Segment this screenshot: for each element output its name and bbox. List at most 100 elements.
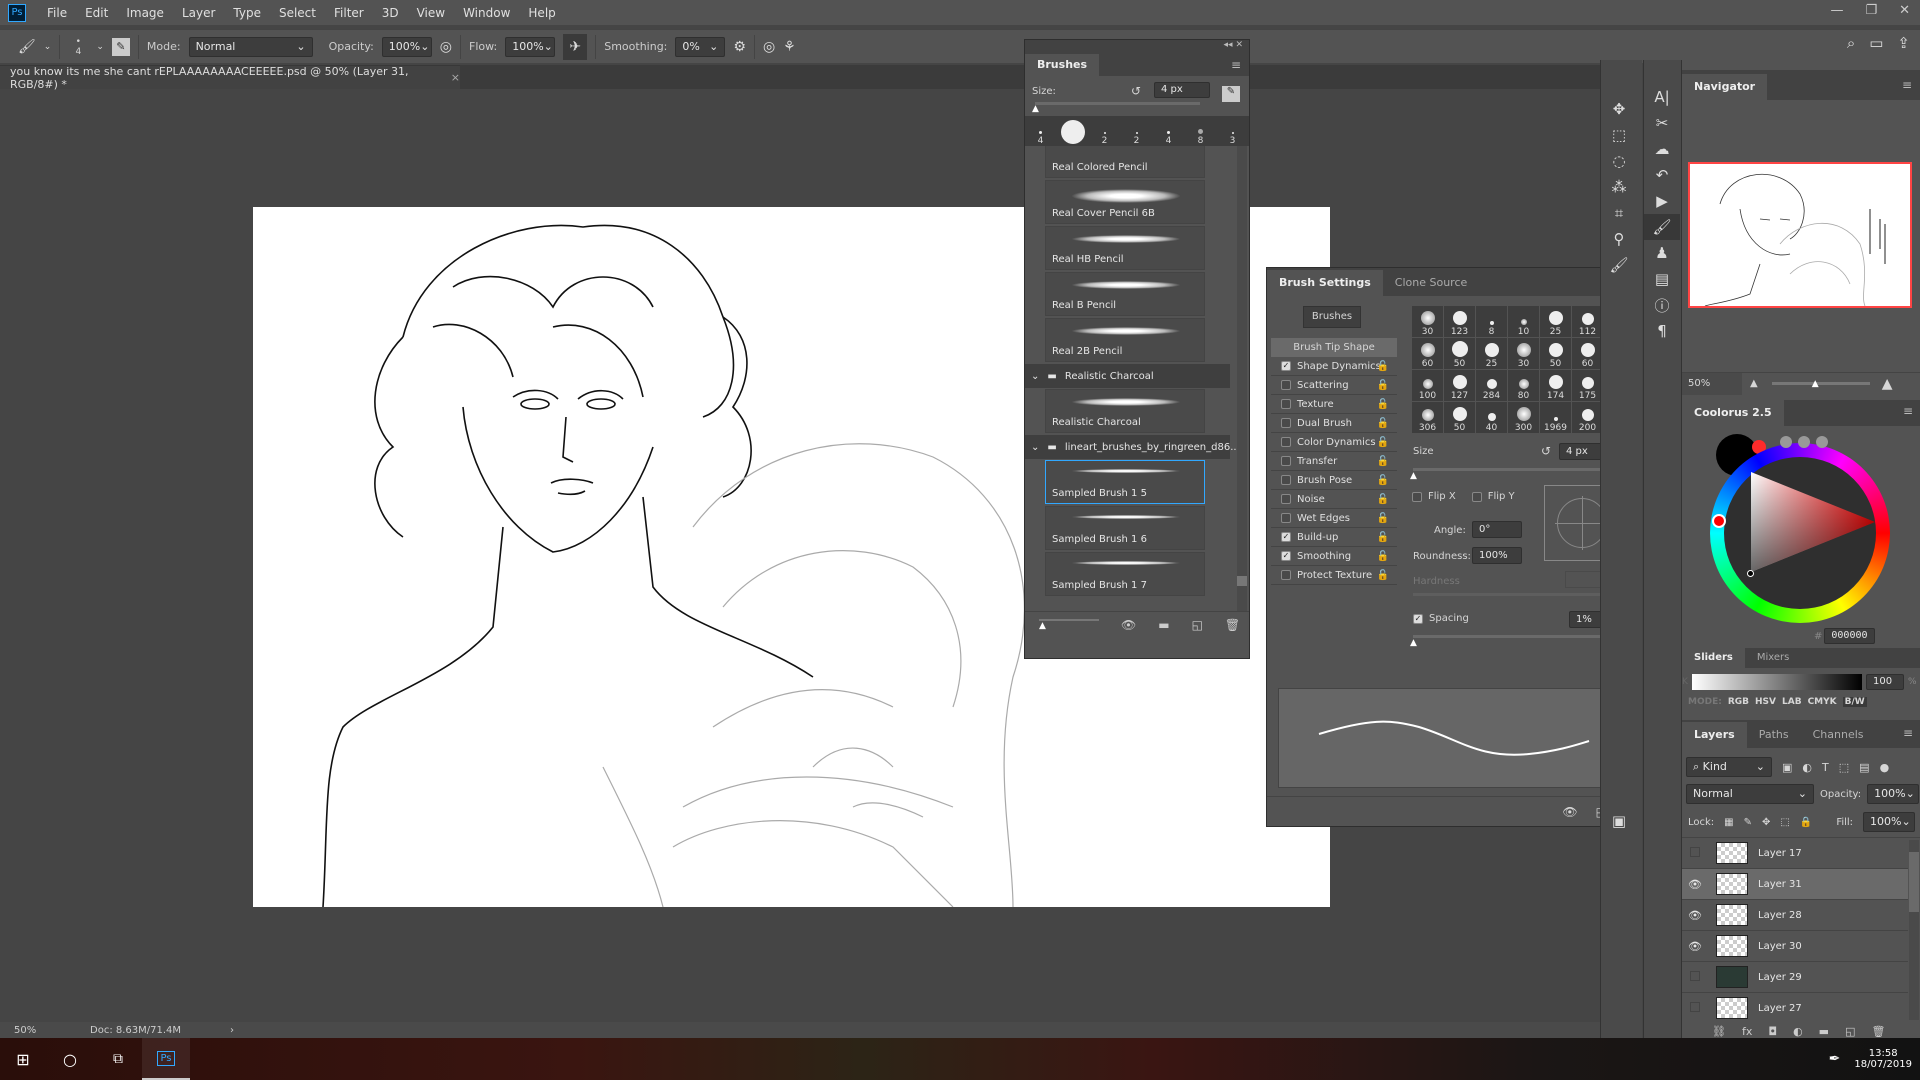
trash-icon[interactable]: 🗑 xyxy=(1225,618,1240,632)
checkbox[interactable] xyxy=(1281,418,1291,428)
recent-brush[interactable] xyxy=(1057,116,1088,146)
brush-tip[interactable]: 112 xyxy=(1572,306,1603,337)
tab-brush-settings[interactable]: Brush Settings xyxy=(1267,270,1383,296)
brush-tip[interactable]: 127 xyxy=(1444,370,1475,401)
navigator-preview[interactable] xyxy=(1688,162,1912,308)
pressure-opacity-icon[interactable]: ◎ xyxy=(440,39,452,55)
document-tab[interactable]: you know its me she cant rEPLAAAAAAAACEE… xyxy=(0,65,460,91)
visibility-toggle[interactable] xyxy=(1682,970,1708,984)
tab-sliders[interactable]: Sliders xyxy=(1682,648,1745,668)
brush-tool-icon[interactable]: 🖌 xyxy=(18,39,36,55)
chevron-down-icon[interactable]: ⌄ xyxy=(44,42,52,52)
reset-icon[interactable]: ↺ xyxy=(1131,84,1141,98)
flow-field[interactable]: 100% ⌄ xyxy=(505,36,556,57)
preview-size-slider[interactable]: ▲ xyxy=(1039,618,1099,631)
recent-brush[interactable]: 4 xyxy=(1025,116,1056,146)
tab-mixers[interactable]: Mixers xyxy=(1745,648,1802,668)
eye-icon[interactable]: 👁 xyxy=(1682,909,1708,922)
status-menu-arrow[interactable]: › xyxy=(220,1025,234,1036)
brush-tip-shape[interactable]: Brush Tip Shape xyxy=(1271,338,1397,357)
filter-toggle[interactable]: ● xyxy=(1880,761,1890,774)
tool-presets-icon[interactable]: ✂ xyxy=(1644,110,1680,136)
brush-tip[interactable]: 300 xyxy=(1508,402,1539,433)
tab-brushes[interactable]: Brushes xyxy=(1025,54,1100,76)
brush-tip[interactable]: 123 xyxy=(1444,306,1475,337)
collapse-icon[interactable]: ◂◂ xyxy=(1224,40,1233,50)
eyedropper-icon[interactable]: ⚲ xyxy=(1601,226,1637,252)
actions-icon[interactable]: ▶ xyxy=(1644,188,1680,214)
add-mask-icon[interactable]: ◘ xyxy=(1768,1025,1777,1038)
brush-tip[interactable]: 174 xyxy=(1540,370,1571,401)
screen-mode-icon[interactable]: ▣ xyxy=(1601,808,1637,834)
brush-tip[interactable]: 25 xyxy=(1476,338,1507,369)
menu-edit[interactable]: Edit xyxy=(76,6,117,20)
flip-y-checkbox[interactable] xyxy=(1471,491,1482,502)
move-icon[interactable]: ✥ xyxy=(1601,96,1637,122)
brush-tip[interactable]: 200 xyxy=(1572,402,1603,433)
brush-tip[interactable]: 284 xyxy=(1476,370,1507,401)
brush-tip[interactable]: 175 xyxy=(1572,370,1603,401)
opacity-field[interactable]: 100% ⌄ xyxy=(381,36,432,57)
brush-option-build-up[interactable]: ✓ Build-up 🔓 xyxy=(1271,528,1397,547)
brush-option-texture[interactable]: Texture 🔓 xyxy=(1271,395,1397,414)
brush-item[interactable]: Sampled Brush 1 7 xyxy=(1045,552,1205,596)
size-slider[interactable] xyxy=(1035,102,1200,105)
scrollbar[interactable] xyxy=(1237,146,1247,611)
tab-navigator[interactable]: Navigator xyxy=(1682,74,1768,100)
link-layers-icon[interactable]: ⛓ xyxy=(1712,1025,1726,1038)
lock-all-icon[interactable]: 🔒 xyxy=(1800,817,1812,828)
brush-folder-realistic-charcoal[interactable]: ⌄ ▬ Realistic Charcoal xyxy=(1025,364,1230,388)
clone-source-icon[interactable]: ♟ xyxy=(1644,240,1680,266)
new-brush-icon[interactable]: ✎ xyxy=(1222,86,1240,102)
size-slider[interactable] xyxy=(1413,468,1615,471)
mode-lab[interactable]: LAB xyxy=(1782,697,1802,707)
search-icon[interactable]: ⌕ xyxy=(1847,34,1855,52)
lock-transparent-icon[interactable]: ▦ xyxy=(1724,817,1733,828)
checkbox[interactable] xyxy=(1281,494,1291,504)
character-icon[interactable]: A| xyxy=(1644,84,1680,110)
lock-icon[interactable]: 🔓 xyxy=(1377,532,1389,543)
new-group-icon[interactable]: ▬ xyxy=(1819,1025,1829,1038)
color-wheel[interactable] xyxy=(1690,430,1912,623)
spacing-slider[interactable] xyxy=(1413,635,1615,638)
checkbox[interactable] xyxy=(1281,456,1291,466)
fx-icon[interactable]: fx xyxy=(1742,1025,1752,1038)
lock-icon[interactable]: 🔓 xyxy=(1377,494,1389,505)
menu-file[interactable]: File xyxy=(38,6,76,20)
windows-start-icon[interactable]: ⊞ xyxy=(0,1050,46,1069)
brush-item[interactable]: Real HB Pencil xyxy=(1045,226,1205,270)
clock[interactable]: 13:58 18/07/2019 xyxy=(1854,1048,1912,1070)
libraries-icon[interactable]: ☁ xyxy=(1644,136,1680,162)
new-group-icon[interactable]: ▬ xyxy=(1158,618,1169,632)
crop-icon[interactable]: ⌗ xyxy=(1601,200,1637,226)
chevron-down-icon[interactable]: ⌄ xyxy=(96,42,104,52)
brush-tip[interactable]: 40 xyxy=(1476,402,1507,433)
taskbar-photoshop[interactable]: Ps xyxy=(142,1038,190,1080)
menu-type[interactable]: Type xyxy=(224,6,270,20)
flip-x-checkbox[interactable] xyxy=(1412,491,1422,502)
mode-select[interactable]: Normal ⌄ xyxy=(188,36,313,57)
brush-tip[interactable]: 25 xyxy=(1540,306,1571,337)
brush-size-field[interactable]: 4 px xyxy=(1154,82,1210,98)
brush-tip[interactable]: 306 xyxy=(1412,402,1443,433)
color-handle[interactable] xyxy=(1747,570,1754,577)
toggle-preview-icon[interactable]: 👁 xyxy=(1121,618,1136,632)
recent-brush[interactable]: 3 xyxy=(1217,116,1248,146)
lock-icon[interactable]: 🔓 xyxy=(1377,399,1389,410)
navigator-zoom-slider[interactable]: ▲ xyxy=(1771,379,1870,389)
layer-filter-select[interactable]: ⌕ Kind ⌄ xyxy=(1686,757,1772,777)
pen-workspace-icon[interactable]: ✒ xyxy=(1829,1051,1841,1067)
share-icon[interactable]: ⇪ xyxy=(1897,34,1910,52)
hue-handle[interactable] xyxy=(1712,514,1726,528)
brush-tip[interactable]: 100 xyxy=(1412,370,1443,401)
slider-handle[interactable]: ▲ xyxy=(1410,471,1417,481)
layer-row[interactable]: 👁 Layer 28 xyxy=(1682,900,1908,931)
checkbox[interactable]: ✓ xyxy=(1281,551,1291,561)
brush-option-transfer[interactable]: Transfer 🔓 xyxy=(1271,452,1397,471)
menu-window[interactable]: Window xyxy=(454,6,519,20)
brush-option-brush-pose[interactable]: Brush Pose 🔓 xyxy=(1271,471,1397,490)
mode-bw[interactable]: B/W xyxy=(1842,697,1867,707)
trash-icon[interactable]: 🗑 xyxy=(1871,1025,1885,1038)
new-layer-icon[interactable]: ◱ xyxy=(1845,1025,1855,1038)
lock-icon[interactable]: 🔓 xyxy=(1377,551,1389,562)
